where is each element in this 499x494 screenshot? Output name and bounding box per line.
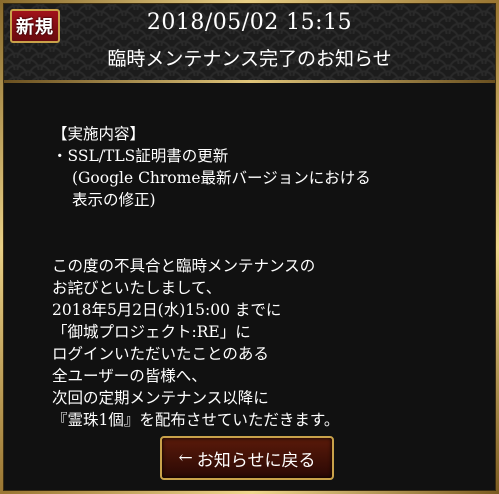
- text-line: この度の不具合と臨時メンテナンスの: [52, 257, 316, 275]
- text-line: 【実施内容】: [52, 125, 146, 143]
- back-arrow-icon: ←: [178, 448, 193, 468]
- notice-text: 【実施内容】 ・SSL/TLS証明書の更新 (Google Chrome最新バー…: [52, 123, 492, 431]
- text-line: お詫びといたしまして、: [52, 279, 222, 297]
- text-line: 『霊珠1個』を配布させていただきます。: [52, 411, 340, 429]
- back-to-notices-button[interactable]: ← お知らせに戻る: [160, 436, 334, 480]
- text-line: 「御城プロジェクト:RE」に: [52, 323, 251, 341]
- text-line: 次回の定期メンテナンス以降に: [52, 389, 269, 407]
- text-line: (Google Chrome最新バージョンにおける: [72, 169, 371, 187]
- back-button-label: お知らせに戻る: [196, 450, 316, 471]
- notice-body: 【実施内容】 ・SSL/TLS証明書の更新 (Google Chrome最新バー…: [4, 83, 495, 490]
- notice-panel: 新規 2018/05/02 15:15 臨時メンテナンス完了のお知らせ 【実施内…: [3, 3, 496, 491]
- text-line: ・SSL/TLS証明書の更新: [52, 147, 229, 165]
- text-line: 全ユーザーの皆様へ、: [52, 367, 207, 385]
- text-line: ログインいただいたことのある: [52, 345, 269, 363]
- notice-header: 新規 2018/05/02 15:15 臨時メンテナンス完了のお知らせ: [4, 4, 495, 80]
- notice-frame: 新規 2018/05/02 15:15 臨時メンテナンス完了のお知らせ 【実施内…: [0, 0, 499, 494]
- text-line: 表示の修正): [72, 191, 156, 209]
- text-line: 2018年5月2日(水)15:00 までに: [52, 301, 282, 319]
- notice-title: 臨時メンテナンス完了のお知らせ: [107, 48, 392, 70]
- notice-date: 2018/05/02 15:15: [146, 10, 353, 35]
